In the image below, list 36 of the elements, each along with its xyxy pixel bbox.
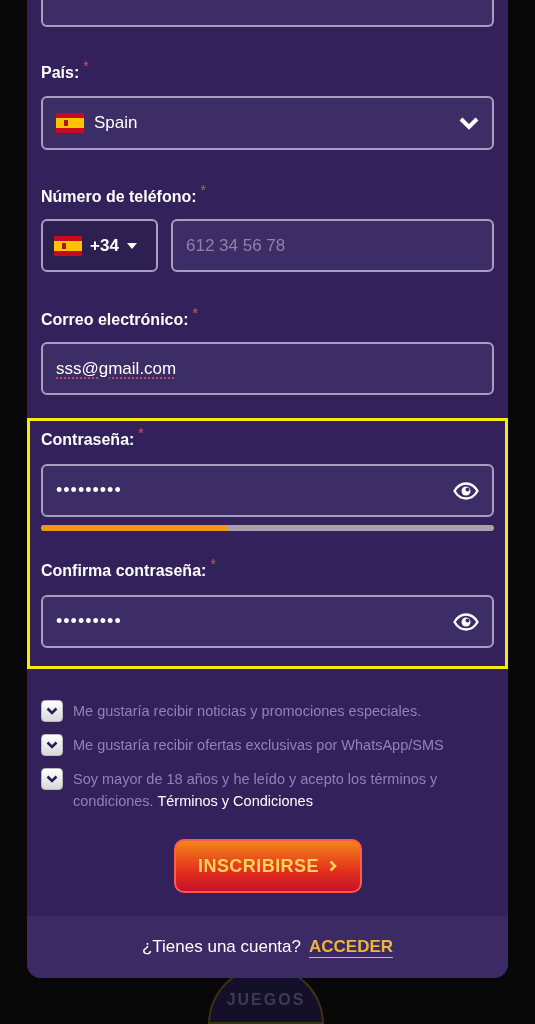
checkbox[interactable]: [41, 700, 63, 722]
phone-field[interactable]: 612 34 56 78: [171, 219, 494, 272]
check-chevron-icon: [46, 707, 58, 715]
flag-icon: [54, 235, 82, 256]
login-link[interactable]: ACCEDER: [309, 936, 394, 958]
required-mark: *: [200, 183, 206, 197]
required-mark: *: [83, 59, 89, 73]
chevron-right-icon: [329, 860, 337, 872]
field-label: Correo electrónico:: [41, 310, 189, 330]
required-mark: *: [192, 306, 199, 320]
input-field[interactable]: [41, 0, 494, 27]
password-field[interactable]: •••••••••: [41, 595, 494, 648]
consent-text: Me gustaría recibir noticias y promociones especiales.: [73, 702, 422, 721]
check-chevron-icon: [46, 775, 58, 783]
caret-icon: [126, 242, 137, 249]
eye-icon[interactable]: [453, 481, 479, 500]
eye-icon[interactable]: [453, 612, 479, 631]
field-label: Confirma contraseña:: [41, 561, 207, 581]
check-chevron-icon: [46, 741, 58, 749]
checkbox[interactable]: [41, 734, 63, 756]
field-label: Contraseña:: [41, 430, 135, 450]
chevron-down-icon: [459, 116, 479, 130]
email-field[interactable]: sss@gmail.com: [41, 342, 494, 395]
checkbox[interactable]: [41, 768, 63, 790]
field-label: País:: [41, 63, 80, 83]
footer-text: ¿Tienes una cuenta?: [141, 936, 301, 959]
consent-text: Soy mayor de 18 años y he leído y acepto los términos y condiciones. Términos y Condiciones: [73, 770, 439, 811]
dial-code-select[interactable]: +34: [41, 219, 158, 272]
consent-text: Me gustaría recibir ofertas exclusivas por WhatsApp/SMS: [73, 736, 444, 755]
required-mark: *: [138, 426, 144, 440]
required-mark: *: [210, 557, 216, 571]
flag-icon: [56, 113, 84, 133]
country-select[interactable]: Spain: [41, 96, 494, 150]
field-label: Número de teléfono:: [41, 187, 197, 207]
password-field[interactable]: •••••••••: [41, 464, 494, 517]
terms-link[interactable]: Términos y Condiciones: [157, 793, 313, 809]
